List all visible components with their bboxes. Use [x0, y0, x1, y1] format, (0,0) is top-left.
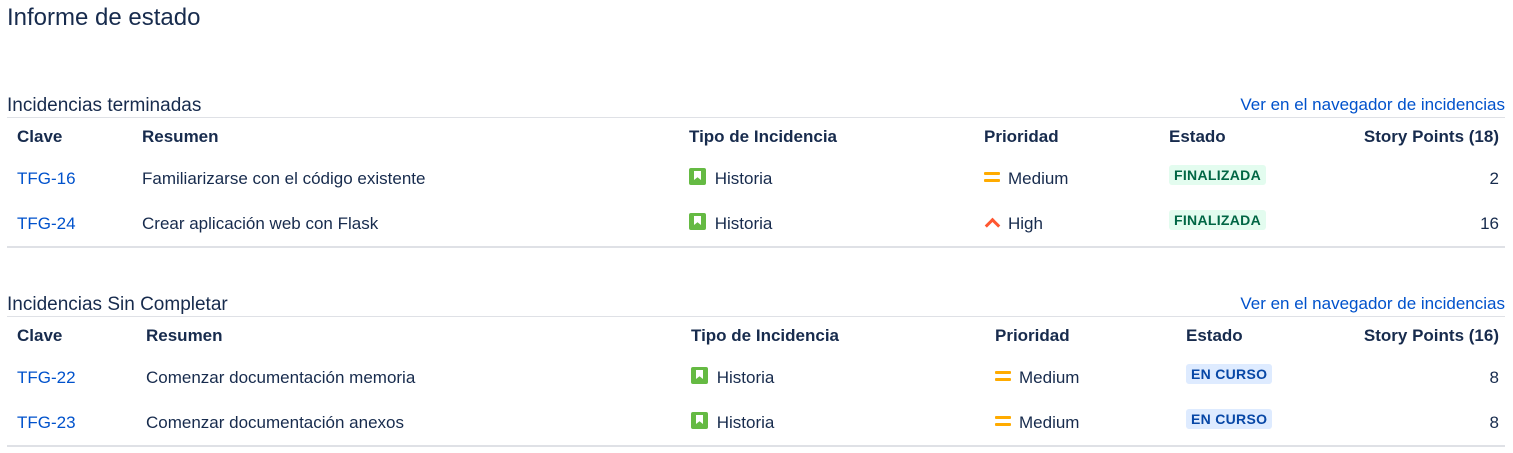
column-header-priority[interactable]: Prioridad — [974, 118, 1159, 156]
completed-issues-section: Incidencias terminadas Ver en el navegad… — [7, 79, 1505, 248]
priority-cell: High — [974, 201, 1159, 247]
column-header-type[interactable]: Tipo de Incidencia — [681, 317, 985, 355]
story-points-value: 8 — [1489, 367, 1499, 387]
status-badge: EN CURSO — [1186, 363, 1273, 384]
issue-key-link[interactable]: TFG-24 — [17, 214, 76, 233]
status-cell: EN CURSO — [1176, 355, 1339, 400]
table-row: TFG-16 Familiarizarse con el código exis… — [7, 156, 1505, 201]
completed-issues-table: Clave Resumen Tipo de Incidencia Priorid… — [7, 118, 1505, 248]
priority-cell: Medium — [985, 355, 1176, 400]
priority-cell: Medium — [985, 400, 1176, 446]
table-row: TFG-22 Comenzar documentación memoria Hi… — [7, 355, 1505, 400]
column-header-status[interactable]: Estado — [1176, 317, 1339, 355]
incomplete-issues-table: Clave Resumen Tipo de Incidencia Priorid… — [7, 317, 1505, 447]
status-cell: FINALIZADA — [1159, 201, 1339, 247]
status-badge: FINALIZADA — [1169, 164, 1266, 185]
story-icon — [691, 367, 708, 384]
status-cell: EN CURSO — [1176, 400, 1339, 446]
issue-key-link[interactable]: TFG-23 — [17, 413, 76, 432]
issue-key-link[interactable]: TFG-22 — [17, 368, 76, 387]
table-header-row: Clave Resumen Tipo de Incidencia Priorid… — [7, 118, 1505, 156]
story-icon — [689, 168, 706, 185]
page-title: Informe de estado — [7, 4, 201, 31]
priority-label: Medium — [1019, 367, 1080, 387]
issue-type-cell: Historia — [681, 355, 985, 400]
issue-summary: Comenzar documentación memoria — [146, 367, 416, 387]
issue-type-cell: Historia — [681, 400, 985, 446]
issue-summary: Crear aplicación web con Flask — [142, 213, 379, 233]
column-header-story-points[interactable]: Story Points (18) — [1339, 118, 1505, 156]
view-in-issue-navigator-link[interactable]: Ver en el navegador de incidencias — [1240, 294, 1505, 314]
column-header-status[interactable]: Estado — [1159, 118, 1339, 156]
story-points-value: 16 — [1480, 213, 1499, 233]
column-header-key[interactable]: Clave — [7, 317, 136, 355]
story-points-value: 2 — [1489, 168, 1499, 188]
issue-type-label: Historia — [716, 368, 775, 387]
view-in-issue-navigator-link[interactable]: Ver en el navegador de incidencias — [1240, 95, 1505, 115]
status-report-page: Informe de estado Incidencias terminadas… — [0, 0, 1513, 453]
priority-medium-icon — [995, 369, 1011, 383]
section-header: Incidencias Sin Completar Ver en el nave… — [7, 278, 1505, 317]
issue-type-label: Historia — [714, 169, 773, 188]
section-title: Incidencias Sin Completar — [7, 294, 228, 315]
column-header-type[interactable]: Tipo de Incidencia — [679, 118, 974, 156]
priority-high-icon — [984, 215, 1000, 229]
section-header: Incidencias terminadas Ver en el navegad… — [7, 79, 1505, 118]
issue-type-label: Historia — [716, 413, 775, 432]
column-header-key[interactable]: Clave — [7, 118, 132, 156]
priority-label: High — [1008, 213, 1043, 233]
story-icon — [689, 213, 706, 230]
priority-cell: Medium — [974, 156, 1159, 201]
column-header-story-points[interactable]: Story Points (16) — [1339, 317, 1505, 355]
table-row: TFG-24 Crear aplicación web con Flask Hi… — [7, 201, 1505, 247]
issue-summary: Comenzar documentación anexos — [146, 412, 404, 432]
issue-type-cell: Historia — [679, 201, 974, 247]
story-icon — [691, 412, 708, 429]
incomplete-issues-section: Incidencias Sin Completar Ver en el nave… — [7, 278, 1505, 447]
priority-label: Medium — [1019, 412, 1080, 432]
status-cell: FINALIZADA — [1159, 156, 1339, 201]
table-row: TFG-23 Comenzar documentación anexos His… — [7, 400, 1505, 446]
table-header-row: Clave Resumen Tipo de Incidencia Priorid… — [7, 317, 1505, 355]
story-points-value: 8 — [1489, 412, 1499, 432]
status-badge: EN CURSO — [1186, 408, 1273, 429]
section-title: Incidencias terminadas — [7, 95, 202, 116]
column-header-summary[interactable]: Resumen — [132, 118, 679, 156]
issue-type-label: Historia — [714, 214, 773, 233]
column-header-summary[interactable]: Resumen — [136, 317, 681, 355]
status-badge: FINALIZADA — [1169, 209, 1266, 230]
priority-medium-icon — [984, 170, 1000, 184]
column-header-priority[interactable]: Prioridad — [985, 317, 1176, 355]
issue-summary: Familiarizarse con el código existente — [142, 168, 426, 188]
priority-medium-icon — [995, 414, 1011, 428]
issue-type-cell: Historia — [679, 156, 974, 201]
priority-label: Medium — [1008, 168, 1069, 188]
issue-key-link[interactable]: TFG-16 — [17, 169, 76, 188]
